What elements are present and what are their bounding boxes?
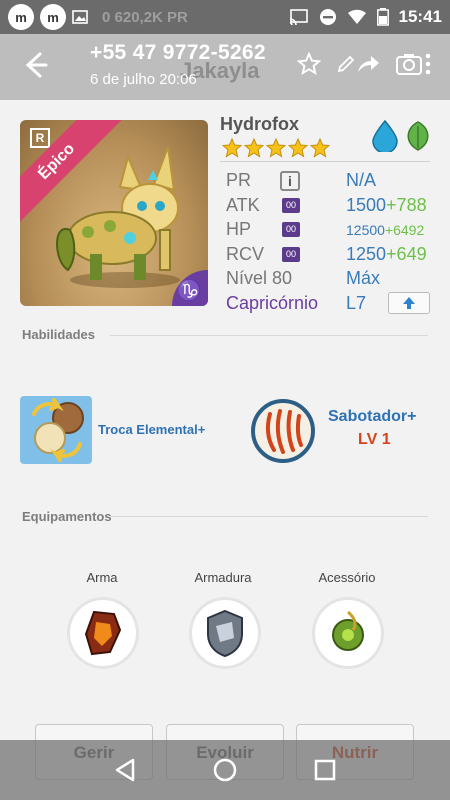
star-icon xyxy=(310,138,330,158)
back-button[interactable] xyxy=(20,50,54,84)
water-element-icon xyxy=(372,120,398,152)
camera-icon xyxy=(396,54,422,75)
skill-sabotage-icon[interactable] xyxy=(250,398,316,464)
star-icon xyxy=(244,138,264,158)
stat-atk: ATK 00 1500+788 xyxy=(226,193,436,218)
monster-portrait[interactable]: R Épico ♑ xyxy=(20,120,208,306)
stat-label: HP xyxy=(226,219,252,239)
stat-rcv: RCV 00 1250+649 xyxy=(226,242,436,267)
armor-icon xyxy=(207,609,243,658)
system-navigation-bar xyxy=(0,740,450,800)
nav-recents-button[interactable] xyxy=(311,756,339,784)
swap-icon xyxy=(32,398,84,462)
skill-name[interactable]: Troca Elemental+ xyxy=(98,422,205,437)
arrow-left-icon xyxy=(25,52,48,78)
equip-label-weapon: Arma xyxy=(86,570,118,585)
star-outline-icon xyxy=(297,52,321,76)
wifi-icon xyxy=(347,9,366,24)
star-icon xyxy=(288,138,308,158)
stats-panel: PR i N/A ATK 00 1500+788 HP 00 12500+649… xyxy=(226,168,436,315)
camera-button[interactable] xyxy=(394,50,432,78)
divider xyxy=(220,161,430,162)
app-notification-icon: m xyxy=(8,4,34,30)
message-datetime: 6 de julho 20:06 xyxy=(90,71,197,88)
claw-icon xyxy=(251,399,315,463)
share-icon xyxy=(358,56,379,72)
equip-label-accessory: Acessório xyxy=(318,570,376,585)
top-app-bar: Jakayla +55 47 9772-5262 6 de julho 20:0… xyxy=(0,34,450,100)
skills-heading: Habilidades xyxy=(22,327,95,342)
cast-icon xyxy=(289,9,308,25)
more-vert-icon xyxy=(425,53,431,75)
weapon-icon xyxy=(84,610,122,656)
equip-slot-armor[interactable] xyxy=(192,600,258,666)
rarity-frame-icon: R xyxy=(30,128,50,148)
nav-back-button[interactable] xyxy=(111,756,139,784)
rune-tag: 00 xyxy=(282,222,300,237)
stat-value: 1250+649 xyxy=(346,243,427,264)
app-notification-icon: m xyxy=(40,4,66,30)
skill-level: LV 1 xyxy=(358,431,391,448)
sign-upgrade-button[interactable] xyxy=(388,291,430,314)
image-notification-icon xyxy=(72,10,88,24)
element-badges xyxy=(370,120,434,152)
square-recents-icon xyxy=(314,759,336,781)
divider xyxy=(110,335,428,336)
nature-element-icon xyxy=(407,121,429,151)
favorite-button[interactable] xyxy=(296,50,322,78)
stat-label: Nível 80 xyxy=(226,268,293,288)
battery-icon xyxy=(376,8,389,26)
circle-home-icon xyxy=(213,758,237,782)
stat-label: RCV xyxy=(226,243,265,264)
info-button[interactable]: i xyxy=(280,171,300,191)
stat-label: ATK xyxy=(226,194,260,215)
star-icon xyxy=(266,138,286,158)
stat-value: Máx xyxy=(346,268,381,288)
stat-sign: Capricórnio L7 xyxy=(226,291,436,316)
stat-value: N/A xyxy=(346,170,377,190)
monster-name: Hydrofox xyxy=(220,114,300,134)
rune-tag: 00 xyxy=(282,197,300,213)
stat-value: 1500+788 xyxy=(346,194,427,215)
equip-slot-accessory[interactable] xyxy=(315,600,381,666)
arrow-up-icon xyxy=(403,296,415,309)
star-rating xyxy=(222,138,330,158)
pencil-icon xyxy=(337,55,355,73)
stat-label: Capricórnio xyxy=(226,292,319,313)
edit-button[interactable] xyxy=(336,50,380,78)
stat-value: L7 xyxy=(346,292,367,313)
equip-label-armor: Armadura xyxy=(194,570,252,585)
stat-value: 12500+6492 xyxy=(346,222,425,238)
stat-label: PR xyxy=(226,170,252,190)
do-not-disturb-icon xyxy=(319,9,336,25)
skill-elemental-swap-icon[interactable] xyxy=(20,396,92,464)
stat-pr: PR i N/A xyxy=(226,168,436,193)
divider xyxy=(110,516,428,517)
star-icon xyxy=(222,138,242,158)
status-bar: m m 0 620,2K PR 15:41 xyxy=(0,0,450,34)
skill-name[interactable]: Sabotador+ xyxy=(328,408,416,426)
equipment-heading: Equipamentos xyxy=(22,509,112,524)
nav-home-button[interactable] xyxy=(211,756,239,784)
contact-phone: +55 47 9772-5262 xyxy=(90,41,266,64)
stat-level: Nível 80 Máx xyxy=(226,266,436,291)
triangle-back-icon xyxy=(115,758,135,782)
stat-hp: HP 00 12500+6492 xyxy=(226,217,436,242)
accessory-icon xyxy=(332,610,364,651)
background-text: 0 620,2K PR xyxy=(102,8,188,26)
rune-tag: 00 xyxy=(282,246,300,262)
clock: 15:41 xyxy=(398,7,442,26)
equip-slot-weapon[interactable] xyxy=(70,600,136,666)
